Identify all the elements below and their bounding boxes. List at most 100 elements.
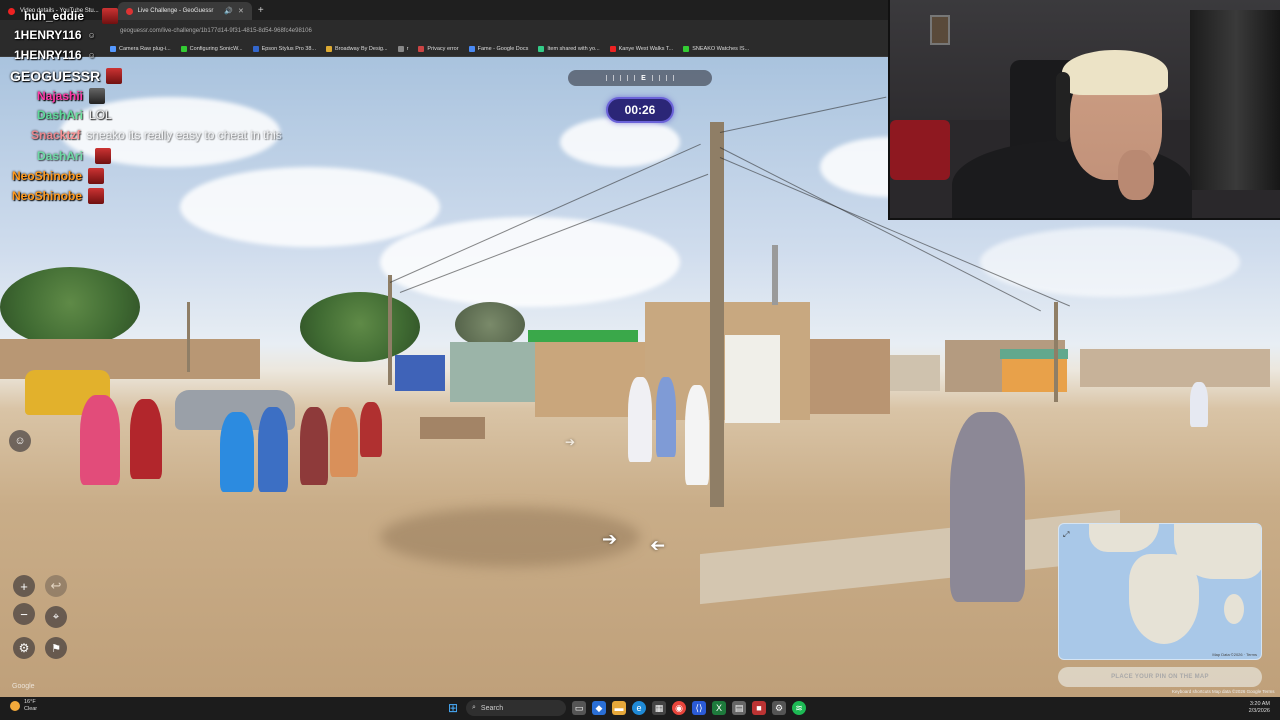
geoguessr-icon — [125, 7, 133, 15]
building — [890, 355, 940, 391]
emote-icon — [88, 188, 105, 204]
bookmark[interactable]: Camera Raw plug-i... — [110, 46, 171, 52]
compass-tick — [634, 75, 636, 81]
bookmark[interactable]: Epson Stylus Pro 38... — [252, 46, 316, 52]
bookmark-label: r — [406, 46, 409, 52]
store-icon[interactable]: ▦ — [652, 701, 666, 715]
chat-text: sneako its really easy to cheat in this — [86, 128, 282, 142]
chat-message: Snacktzf sneako its really easy to cheat… — [31, 128, 282, 142]
bookmark[interactable]: Configuring SonicW... — [180, 46, 243, 52]
building — [395, 355, 445, 391]
copilot-icon[interactable]: ◆ — [592, 701, 606, 715]
url-text[interactable]: geoguessr.com/live-challenge/1b177d14-9f… — [120, 28, 312, 34]
move-arrow-icon[interactable]: ➔ — [602, 529, 617, 550]
address-bar[interactable]: geoguessr.com/live-challenge/1b177d14-9f… — [0, 20, 888, 42]
cloud — [180, 167, 440, 247]
bookmark[interactable]: Privacy error — [418, 46, 459, 52]
person — [330, 407, 358, 477]
excel-icon[interactable]: X — [712, 701, 726, 715]
chat-message: huh_eddie — [24, 8, 119, 24]
speaker-icon[interactable]: 🔊 — [224, 7, 233, 15]
edge-icon[interactable]: e — [632, 701, 646, 715]
settings-icon[interactable]: ⚙ — [13, 637, 35, 659]
person — [656, 377, 676, 457]
bookmark-label: SNEAKO Watches IS... — [692, 46, 750, 52]
bookmark[interactable]: SNEAKO Watches IS... — [683, 46, 749, 52]
emoji-icon[interactable]: ☺ — [9, 430, 31, 452]
close-icon[interactable]: ✕ — [238, 7, 244, 15]
guess-minimap[interactable]: ⤢ Map Data ©2026 · Terms — [1058, 523, 1262, 660]
app-icon[interactable]: ■ — [752, 701, 766, 715]
bookmark-label: Privacy error — [427, 46, 459, 52]
chat-message: 1HENRY116 ☺ — [14, 48, 96, 62]
chrome-icon[interactable]: ◉ — [672, 701, 686, 715]
chat-emote: ☺ — [87, 30, 96, 40]
taskbar-search[interactable]: ⌕ Search — [466, 700, 566, 716]
youtube-icon — [8, 7, 15, 15]
google-docs-icon — [468, 46, 475, 52]
map-attribution: Map Data ©2026 · Terms — [1212, 652, 1257, 657]
emote-icon — [95, 148, 112, 164]
map-land — [1089, 524, 1159, 552]
flag-icon[interactable]: ⚑ — [45, 637, 67, 659]
compass-tick — [627, 75, 629, 81]
utility-pole — [388, 275, 392, 385]
person — [130, 399, 162, 479]
chat-username: Najashii — [37, 89, 84, 103]
app-icon[interactable]: ▤ — [732, 701, 746, 715]
map-expand-icon[interactable]: ⤢ — [1063, 530, 1069, 540]
zoom-out-button[interactable]: − — [13, 603, 35, 625]
map-footer: Keyboard shortcuts Map data ©2026 Google… — [1172, 689, 1275, 694]
avatar — [89, 88, 106, 104]
new-tab-icon[interactable]: + — [258, 5, 264, 16]
tab-label: Live Challenge - GeoGuessr — [137, 8, 214, 14]
zoom-in-button[interactable]: + — [13, 575, 35, 597]
move-arrow-icon[interactable]: ➔ — [650, 535, 665, 556]
compass-tick — [651, 75, 653, 81]
browser-tab-active[interactable]: Live Challenge - GeoGuessr 🔊 ✕ — [117, 2, 252, 20]
task-view-icon[interactable]: ▭ — [572, 701, 586, 715]
place-pin-button[interactable]: PLACE YOUR PIN ON THE MAP — [1058, 667, 1262, 687]
weather-widget[interactable]: 16°F Clear — [10, 699, 37, 712]
bookmark[interactable]: Fame - Google Docs — [468, 46, 528, 52]
chat-username: DashAri — [37, 108, 84, 122]
chat-username: GEOGUESSR — [10, 68, 101, 84]
bookmark[interactable]: r — [397, 46, 409, 52]
compass[interactable]: E — [568, 70, 712, 86]
utility-pole — [1054, 302, 1058, 402]
person — [1190, 382, 1208, 427]
power-line — [719, 96, 887, 133]
return-to-start-icon[interactable]: ⌖ — [45, 606, 67, 628]
map-land — [1224, 594, 1244, 624]
weather-status: Clear — [24, 705, 38, 712]
app-icon[interactable]: ⚙ — [772, 701, 786, 715]
bookmark[interactable]: Item shared with yo... — [538, 46, 600, 52]
spotify-icon[interactable]: ≋ — [792, 701, 806, 715]
emote-icon — [102, 8, 119, 24]
file-explorer-icon[interactable]: ▬ — [612, 701, 626, 715]
windows-taskbar: 16°F Clear ⊞ ⌕ Search ▭ ◆ ▬ e ▦ ◉ ⟨⟩ X ▤… — [0, 697, 1280, 720]
bookmark[interactable]: Kanye West Walks T... — [609, 46, 673, 52]
undo-button[interactable]: ↩ — [45, 575, 67, 597]
cloud — [980, 227, 1240, 297]
round-timer: 00:26 — [606, 97, 674, 123]
move-arrow-icon[interactable]: ➔ — [565, 435, 575, 449]
compass-tick — [620, 75, 622, 81]
compass-direction: E — [641, 74, 646, 82]
emote-icon — [106, 68, 123, 84]
chat-username: 1HENRY116 — [14, 48, 82, 62]
google-logo: Google — [12, 683, 35, 690]
person — [685, 385, 709, 485]
clothes-rack — [1190, 10, 1280, 190]
system-clock[interactable]: 3:20 AM 2/3/2026 — [1249, 701, 1270, 715]
chat-username: 1HENRY116 — [14, 28, 82, 42]
tree — [0, 267, 140, 347]
vscode-icon[interactable]: ⟨⟩ — [692, 701, 706, 715]
chat-message: DashAri — [37, 148, 112, 164]
windows-start-icon[interactable]: ⊞ — [446, 701, 460, 715]
compass-tick — [672, 75, 674, 81]
youtube-icon — [609, 46, 616, 52]
headphones — [1056, 72, 1070, 142]
chat-message: GEOGUESSR — [10, 68, 123, 84]
bookmark[interactable]: Broadway By Desig... — [325, 46, 388, 52]
